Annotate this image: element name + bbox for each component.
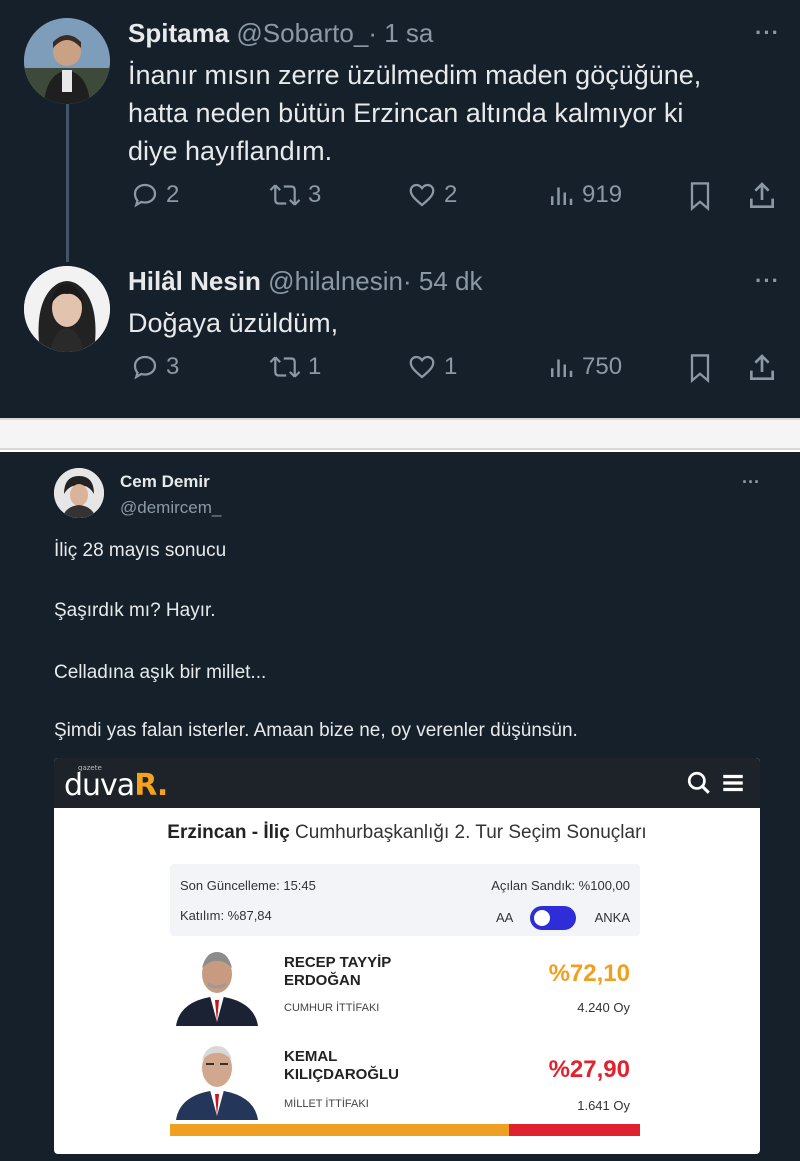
- share-button[interactable]: [746, 180, 778, 212]
- like-count: 2: [444, 181, 458, 208]
- bookmark-icon: [690, 182, 710, 212]
- like-button[interactable]: 1: [406, 352, 457, 382]
- search-icon[interactable]: [686, 770, 712, 796]
- views-button[interactable]: 750: [546, 352, 622, 382]
- avatar[interactable]: [24, 18, 110, 104]
- retweet-button[interactable]: 3: [268, 180, 321, 210]
- menu-icon[interactable]: [720, 770, 746, 796]
- share-icon: [750, 354, 774, 380]
- post-screenshot: Cem Demir @demircem_ ··· İliç 28 mayıs s…: [0, 452, 800, 1161]
- retweet-count: 1: [308, 353, 322, 380]
- tweet-header: Spitama @Sobarto_· 1 sa: [128, 18, 433, 49]
- source-aa-label: AA: [496, 910, 514, 925]
- source-anka-label: ANKA: [594, 910, 630, 925]
- candidate-votes: 4.240 Oy: [577, 1000, 630, 1015]
- avatar[interactable]: [24, 266, 110, 352]
- more-options-icon[interactable]: ···: [742, 472, 760, 493]
- like-count: 1: [444, 353, 458, 380]
- candidate-name: KEMAL KILIÇDAROĞLU: [284, 1048, 399, 1083]
- heart-icon: [409, 183, 435, 207]
- turnout-text: Katılım: %87,84: [180, 908, 272, 923]
- reply-button[interactable]: 3: [130, 352, 179, 382]
- reply-button[interactable]: 2: [130, 180, 179, 210]
- vote-share-bar: [170, 1124, 640, 1136]
- post-text-line: Şimdi yas falan isterler. Amaan bize ne,…: [54, 720, 578, 741]
- reply-count: 2: [166, 181, 180, 208]
- author-handle[interactable]: @Sobarto_: [236, 18, 368, 48]
- post-text-line: Şaşırdık mı? Hayır.: [54, 600, 216, 621]
- thread-screenshot: Spitama @Sobarto_· 1 sa ··· İnanır mısın…: [0, 0, 800, 418]
- tweet-text-line: diye hayıflandım.: [128, 136, 333, 166]
- more-options-icon[interactable]: ···: [755, 20, 780, 46]
- author-handle[interactable]: @demircem_: [120, 498, 221, 518]
- tweet-text-line: Doğaya üzüldüm,: [128, 308, 339, 338]
- heart-icon: [409, 355, 435, 379]
- tweet-time[interactable]: · 1 sa: [368, 18, 433, 48]
- retweet-button[interactable]: 1: [268, 352, 321, 382]
- retweet-icon: [269, 356, 301, 378]
- candidate-alliance: CUMHUR İTTİFAKI: [284, 1002, 380, 1014]
- tweet-time[interactable]: · 54 dk: [403, 266, 483, 296]
- retweet-icon: [269, 184, 301, 206]
- reply-icon: [133, 183, 157, 208]
- candidate-percentage: %27,90: [548, 1056, 630, 1083]
- like-button[interactable]: 2: [406, 180, 457, 210]
- screenshot-divider: [0, 418, 800, 450]
- last-updated-text: Son Güncelleme: 15:45: [180, 878, 316, 893]
- bookmark-icon: [690, 354, 710, 384]
- tweet-header: Hilâl Nesin @hilalnesin· 54 dk: [128, 266, 482, 297]
- candidate-name: RECEP TAYYİP ERDOĞAN: [284, 954, 392, 989]
- candidate-photo: [176, 1046, 258, 1120]
- post-text-line: Celladına aşık bir millet...: [54, 662, 267, 683]
- candidate-alliance: MİLLET İTTİFAKI: [284, 1098, 369, 1110]
- duvar-logo[interactable]: gazete duvaR.: [64, 764, 168, 803]
- results-info-box: Son Güncelleme: 15:45 Açılan Sandık: %10…: [170, 864, 640, 936]
- candidate-percentage: %72,10: [548, 960, 630, 987]
- results-title: Erzincan - İliç Cumhurbaşkanlığı 2. Tur …: [167, 822, 647, 843]
- share-button[interactable]: [746, 352, 778, 384]
- reply-count: 3: [166, 353, 180, 380]
- vote-share-segment: [508, 1124, 640, 1136]
- retweet-count: 3: [308, 181, 322, 208]
- news-site-header: gazete duvaR.: [54, 758, 760, 808]
- reply-icon: [133, 355, 157, 380]
- analytics-icon: [551, 359, 573, 377]
- candidate-votes: 1.641 Oy: [577, 1098, 630, 1113]
- tweet-text: İnanır mısın zerre üzülmedim maden göçüğ…: [128, 56, 701, 170]
- share-icon: [750, 182, 774, 208]
- more-options-icon[interactable]: ···: [755, 268, 780, 294]
- author-name[interactable]: Cem Demir: [120, 472, 210, 492]
- tweet-text-line: İnanır mısın zerre üzülmedim maden göçüğ…: [128, 60, 702, 90]
- candidate-photo: [176, 952, 258, 1026]
- avatar[interactable]: [54, 468, 104, 518]
- post-text-line: İliç 28 mayıs sonucu: [54, 540, 227, 561]
- author-name[interactable]: Hilâl Nesin: [128, 266, 261, 296]
- views-button[interactable]: 919: [546, 180, 622, 210]
- header-icons: [686, 770, 746, 796]
- thread-connector-line: [66, 104, 69, 262]
- ballot-opened-text: Açılan Sandık: %100,00: [491, 878, 630, 893]
- bookmark-button[interactable]: [686, 180, 714, 212]
- view-count: 750: [582, 353, 623, 380]
- author-name[interactable]: Spitama: [128, 18, 229, 48]
- tweet-text: Doğaya üzüldüm,: [128, 304, 338, 342]
- source-toggle[interactable]: [530, 906, 576, 930]
- embedded-results-image[interactable]: gazete duvaR. Erzincan - İliç Cumhurbaşka…: [54, 758, 760, 1154]
- view-count: 919: [582, 181, 623, 208]
- analytics-icon: [551, 187, 573, 205]
- tweet-text-line: hatta neden bütün Erzincan altında kalmı…: [128, 98, 684, 128]
- bookmark-button[interactable]: [686, 352, 714, 384]
- vote-share-segment: [170, 1124, 509, 1136]
- author-handle[interactable]: @hilalnesin: [268, 266, 403, 296]
